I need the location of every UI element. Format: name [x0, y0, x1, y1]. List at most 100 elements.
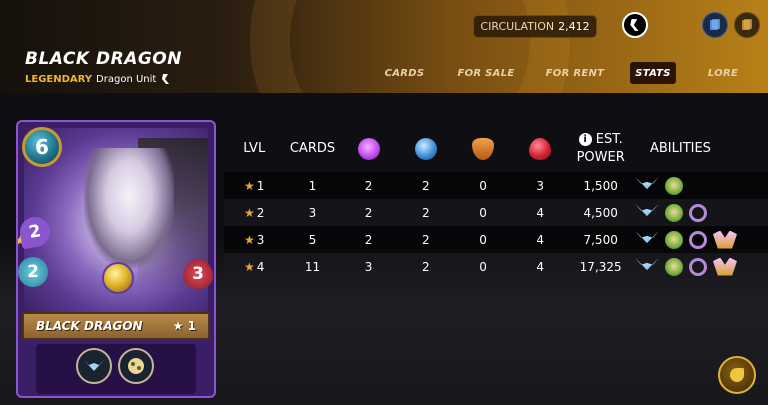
gold-icon	[730, 368, 744, 382]
cards-cell: 5	[284, 226, 341, 253]
flying-icon[interactable]	[634, 203, 659, 217]
flying-icon	[76, 348, 112, 384]
flying-icon[interactable]	[634, 230, 659, 244]
void-icon[interactable]	[688, 257, 707, 276]
speed-cell: 2	[396, 172, 455, 199]
dragon-illustration	[84, 148, 174, 268]
health-cell: 4	[511, 226, 570, 253]
flying-icon[interactable]	[634, 176, 659, 190]
health-cell: 4	[511, 199, 570, 226]
reach-icon[interactable]	[712, 257, 737, 276]
afflict-icon[interactable]	[664, 257, 683, 276]
afflict-icon[interactable]	[664, 203, 683, 222]
tab-stats[interactable]: STATS	[630, 62, 676, 84]
health-cell: 4	[511, 253, 570, 280]
col-abilities: ABILITIES	[649, 141, 711, 156]
card-image: 6 ★ 2 2 3 BLACK DRAGON ★ 1	[16, 120, 216, 398]
col-cards: CARDS	[289, 141, 336, 156]
col-health	[511, 126, 569, 172]
deck-icon	[742, 19, 752, 30]
circulation-value: 2,412	[558, 20, 590, 33]
armor-icon	[472, 138, 495, 160]
cards-cell: 11	[284, 253, 341, 280]
abilities-cell	[631, 253, 768, 280]
star-icon: ★	[244, 232, 255, 247]
collection-button[interactable]	[702, 12, 728, 38]
afflict-icon[interactable]	[664, 176, 683, 195]
power-cell: 4,500	[569, 199, 632, 226]
tab-cards[interactable]: CARDS	[377, 62, 432, 84]
reach-icon[interactable]	[712, 230, 737, 249]
armor-cell: 0	[454, 253, 512, 280]
cards-cell: 3	[284, 199, 341, 226]
est-label: EST.	[595, 132, 623, 147]
magic-cell: 3	[340, 253, 397, 280]
abilities-cell	[631, 199, 768, 226]
abilities-cell	[631, 226, 768, 253]
hive-icon	[630, 19, 639, 31]
lvl-cell: ★ 3	[224, 226, 285, 253]
speed-cell: 2	[396, 226, 455, 253]
gold-foil-icon	[102, 262, 134, 294]
tab-lore[interactable]: LORE	[700, 62, 746, 84]
col-est-power: i EST. POWER	[569, 126, 632, 172]
stats-table: LVL CARDS i EST. POWER ABILITIES ★ 1 1 2 …	[224, 126, 768, 280]
afflict-icon[interactable]	[664, 230, 683, 249]
table-row: ★ 1 1 2 2 0 3 1,500	[224, 172, 768, 199]
mana-cost: 6	[22, 127, 62, 167]
col-armor	[455, 126, 511, 172]
power-label: POWER	[576, 150, 625, 165]
hive-engine-icon	[160, 73, 172, 85]
card-level: ★ 1	[172, 319, 196, 333]
rarity-label: LEGENDARY	[25, 73, 93, 85]
power-cell: 17,325	[569, 253, 632, 280]
col-lvl: LVL	[243, 141, 266, 156]
armor-cell: 0	[454, 226, 512, 253]
armor-cell: 0	[454, 199, 512, 226]
card-name: BLACK DRAGON	[36, 319, 143, 333]
magic-attack-icon	[357, 138, 380, 160]
speed-stat: 2	[18, 257, 48, 287]
cards-icon	[710, 19, 720, 30]
power-cell: 7,500	[569, 226, 632, 253]
armor-cell: 0	[454, 172, 512, 199]
card-name-banner: BLACK DRAGON ★ 1	[22, 312, 210, 340]
health-cell: 3	[511, 172, 570, 199]
floating-menu-button[interactable]	[718, 356, 756, 394]
col-magic	[341, 126, 397, 172]
page-title: BLACK DRAGON	[25, 49, 182, 69]
table-row: ★ 2 3 2 2 0 4 4,500	[224, 199, 768, 226]
table-row: ★ 3 5 2 2 0 4 7,500	[224, 226, 768, 253]
star-icon: ★	[244, 178, 255, 193]
magic-cell: 2	[340, 172, 397, 199]
table-row: ★ 4 11 3 2 0 4 17,325	[224, 253, 768, 280]
tab-for-rent[interactable]: FOR RENT	[542, 62, 608, 84]
health-stat: 3	[183, 259, 213, 289]
lvl-cell: ★ 2	[224, 199, 285, 226]
star-icon: ★	[244, 259, 255, 274]
magic-cell: 2	[340, 199, 397, 226]
tab-for-sale[interactable]: FOR SALE	[453, 62, 519, 84]
hive-button[interactable]	[622, 12, 648, 38]
table-header-row: LVL CARDS i EST. POWER ABILITIES	[224, 126, 768, 172]
void-icon[interactable]	[688, 203, 707, 222]
magic-cell: 2	[340, 226, 397, 253]
power-cell: 1,500	[569, 172, 632, 199]
info-icon[interactable]: i	[578, 133, 592, 146]
lvl-cell: ★ 1	[224, 172, 285, 199]
lvl-cell: ★ 4	[224, 253, 285, 280]
unit-type-label: Dragon Unit	[96, 73, 157, 85]
speed-cell: 2	[396, 199, 455, 226]
circulation-badge: CIRCULATION 2,412	[473, 15, 597, 38]
cards-cell: 1	[284, 172, 341, 199]
afflict-icon	[118, 348, 154, 384]
health-icon	[529, 138, 552, 160]
void-icon[interactable]	[688, 230, 707, 249]
speed-icon	[414, 138, 437, 160]
market-button[interactable]	[734, 12, 760, 38]
card-subtitle: LEGENDARY Dragon Unit	[25, 73, 172, 85]
flying-icon[interactable]	[634, 257, 659, 271]
speed-cell: 2	[396, 253, 455, 280]
col-speed	[397, 126, 455, 172]
abilities-cell	[631, 172, 768, 199]
